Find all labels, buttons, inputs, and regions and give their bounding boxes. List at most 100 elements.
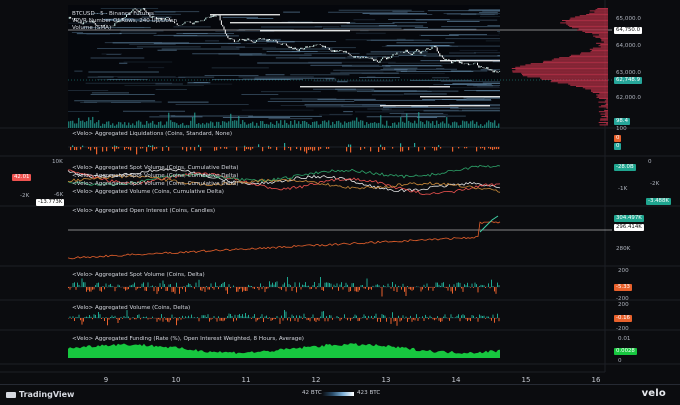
volume-bar xyxy=(210,121,211,128)
liquidation-bar xyxy=(382,147,383,150)
delta-bar xyxy=(125,287,126,291)
delta-bar xyxy=(146,317,147,318)
delta-bar xyxy=(139,287,140,288)
volume-bar xyxy=(290,121,291,128)
vpvr-bar xyxy=(523,75,608,76)
volume-bar xyxy=(362,121,363,128)
tradingview-logo[interactable]: TradingView xyxy=(6,390,74,399)
chart-canvas[interactable] xyxy=(0,0,680,404)
vpvr-bar xyxy=(513,72,608,73)
heatmap-level xyxy=(343,111,353,112)
funding-label[interactable]: <Velo> Aggregated Funding (Rate (%), Ope… xyxy=(72,336,304,343)
delta-bar xyxy=(175,287,176,294)
perp-delta-pane[interactable] xyxy=(68,310,500,326)
heatmap-level xyxy=(468,10,500,11)
vpvr-bar xyxy=(594,12,608,13)
volume-bar xyxy=(94,123,95,128)
delta-bar xyxy=(283,285,284,288)
delta-bar xyxy=(460,318,461,321)
volume-bar xyxy=(458,126,459,129)
delta-bar xyxy=(166,287,167,291)
volume-bar xyxy=(162,125,163,128)
heatmap-level xyxy=(328,12,408,13)
symbol-title[interactable]: BTCUSD · 5 · Binance Futures xyxy=(72,11,154,18)
delta-bar xyxy=(343,287,344,290)
delta-bar xyxy=(287,318,288,320)
spot-delta-label[interactable]: <Velo> Aggregated Spot Volume (Coins, De… xyxy=(72,272,205,279)
delta-bar xyxy=(454,284,455,287)
delta-bar xyxy=(368,316,369,318)
perp-cvd-label[interactable]: <Velo> Aggregated Volume (Coins, Cumulat… xyxy=(72,189,224,196)
spot-delta-badge: -5.33 xyxy=(614,284,632,291)
delta-bar xyxy=(407,318,408,322)
heatmap-level xyxy=(178,77,214,78)
spot-cvd-label[interactable]: <Velo> Aggregated Spot Volume (Coins, Cu… xyxy=(72,165,238,172)
liquidation-bar xyxy=(262,147,263,151)
delta-bar xyxy=(238,315,239,318)
volume-bar xyxy=(150,123,151,128)
delta-bar xyxy=(100,314,101,318)
delta-bar xyxy=(272,318,273,320)
liquidation-bar xyxy=(150,146,151,147)
open-interest-pane[interactable] xyxy=(68,216,612,259)
delta-bar xyxy=(157,287,158,294)
volume-legend[interactable]: Volume (SMA) xyxy=(72,25,111,32)
delta-bar xyxy=(298,318,299,322)
perp-delta-label[interactable]: <Velo> Aggregated Volume (Coins, Delta) xyxy=(72,305,190,312)
volume-bar xyxy=(178,125,179,128)
volume-bar xyxy=(86,121,87,128)
perp-delta-badge: -0.16 xyxy=(614,315,632,322)
heatmap-level xyxy=(261,27,322,28)
spot-cvd-label-3[interactable]: <Velo> Aggregated Spot Volume (Coins, Cu… xyxy=(72,181,238,188)
heatmap-level xyxy=(276,58,346,59)
heatmap-level xyxy=(449,53,476,54)
volume-bar xyxy=(438,124,439,128)
volume-bar xyxy=(342,125,343,128)
heatmap-level xyxy=(366,54,437,55)
delta-bar xyxy=(329,315,330,318)
vpvr-bar xyxy=(598,102,608,103)
delta-bar xyxy=(355,287,356,291)
spot-cvd-label-2[interactable]: <Velo> Aggregated Spot Volume (Coins, Cu… xyxy=(72,173,238,180)
delta-bar xyxy=(302,285,303,287)
tradingview-icon xyxy=(6,392,16,398)
vpvr-bar xyxy=(581,52,608,53)
volume-bar xyxy=(144,125,145,128)
open-interest-label[interactable]: <Velo> Aggregated Open Interest (Coins, … xyxy=(72,208,215,215)
delta-bar xyxy=(77,317,78,318)
volume-bar xyxy=(132,123,133,128)
volume-bar xyxy=(486,122,487,128)
vpvr-bar xyxy=(601,39,608,40)
delta-bar xyxy=(323,287,324,291)
volume-bar xyxy=(288,125,289,128)
funding-pane[interactable] xyxy=(68,343,500,358)
heatmap-level xyxy=(483,83,500,84)
delta-bar xyxy=(365,316,366,318)
spot-delta-pane[interactable] xyxy=(68,277,500,297)
delta-bar xyxy=(332,287,333,289)
volume-bar xyxy=(490,122,491,128)
vpvr-legend[interactable]: VPVR Number Of Rows, 240 Up/Down xyxy=(72,18,177,25)
delta-bar xyxy=(311,317,312,318)
vpvr-bar xyxy=(552,80,609,81)
delta-bar xyxy=(328,318,329,321)
delta-bar xyxy=(250,318,251,319)
volume-bar xyxy=(172,122,173,128)
delta-bar xyxy=(322,287,323,290)
perp-delta-tick: 200 xyxy=(618,302,629,308)
volume-bar xyxy=(120,122,121,128)
volume-bar xyxy=(110,125,111,128)
delta-bar xyxy=(145,317,146,318)
delta-bar xyxy=(137,287,138,289)
heatmap-level xyxy=(194,82,209,83)
heatmap-level xyxy=(447,21,480,22)
liquidation-bar xyxy=(268,147,269,149)
liquidations-pane[interactable] xyxy=(68,143,500,154)
volume-bar xyxy=(298,121,299,128)
heatmap-level xyxy=(308,62,396,63)
liquidation-bar xyxy=(488,147,489,148)
delta-bar xyxy=(484,316,485,318)
liquidations-label[interactable]: <Velo> Aggregated Liquidations (Coins, S… xyxy=(72,131,232,138)
delta-bar xyxy=(358,287,359,292)
volume-bar xyxy=(274,125,275,128)
